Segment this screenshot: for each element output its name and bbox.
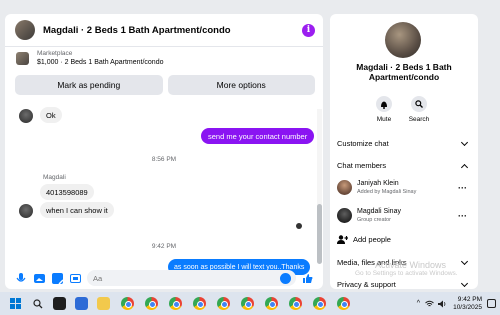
more-options-button[interactable]: More options: [167, 75, 315, 95]
chrome-icon[interactable]: [169, 297, 182, 310]
task-view-icon[interactable]: [53, 297, 66, 310]
search-label: Search: [408, 116, 430, 123]
mute-label: Mute: [376, 116, 392, 123]
start-icon[interactable]: [9, 297, 22, 310]
message-list: Ok send me your contact number 8:56 PM M…: [5, 100, 323, 275]
sticker-icon[interactable]: [51, 272, 63, 284]
chevron-down-icon: [460, 138, 469, 146]
microphone-icon[interactable]: [15, 272, 27, 284]
more-options-icon[interactable]: ···: [458, 183, 467, 193]
add-person-icon: [337, 235, 348, 244]
scrollbar[interactable]: [317, 109, 322, 264]
chrome-icon[interactable]: [121, 297, 134, 310]
chrome-icon[interactable]: [193, 297, 206, 310]
photo-icon[interactable]: [33, 272, 45, 284]
taskbar: ^ 9:42 PM 10/3/2025: [0, 292, 500, 315]
member-avatar: [337, 180, 352, 195]
add-people-label: Add people: [353, 235, 391, 244]
mute-button[interactable]: Mute: [364, 96, 404, 123]
timestamp: 8:56 PM: [151, 156, 177, 163]
gif-icon[interactable]: [69, 272, 81, 284]
timestamp: 9:42 PM: [151, 243, 177, 250]
customize-chat-label: Customize chat: [337, 139, 389, 148]
chrome-icon[interactable]: [217, 297, 230, 310]
scrollbar-thumb[interactable]: [317, 204, 322, 264]
privacy-support-row[interactable]: Privacy & support: [337, 279, 469, 289]
volume-icon[interactable]: [438, 300, 447, 308]
member-subtitle: Added by Magdali Sinay: [357, 189, 417, 195]
search-button[interactable]: Search: [399, 96, 439, 123]
privacy-support-label: Privacy & support: [337, 280, 396, 289]
sender-name: Magdali: [43, 174, 66, 181]
thumbs-up-icon[interactable]: [301, 272, 313, 284]
chrome-icon[interactable]: [241, 297, 254, 310]
search-icon: [411, 96, 427, 112]
customize-chat-row[interactable]: Customize chat: [337, 138, 469, 148]
message-incoming[interactable]: Ok: [40, 107, 62, 123]
composer: [5, 267, 323, 289]
chat-thumbnail[interactable]: [15, 20, 35, 40]
widgets-icon[interactable]: [75, 297, 88, 310]
chat-header: Magdali · 2 Beds 1 Bath Apartment/condo …: [5, 14, 323, 47]
chevron-up-icon[interactable]: ^: [417, 300, 420, 307]
activation-watermark-text: Go to Settings to activate Windows.: [355, 270, 458, 277]
chat-title[interactable]: Magdali · 2 Beds 1 Bath Apartment/condo: [43, 25, 302, 36]
listing-actions: Mark as pending More options: [5, 69, 323, 95]
listing-thumbnail: [16, 51, 29, 65]
member-avatar: [337, 208, 352, 223]
listing-description: $1,000 · 2 Beds 1 Bath Apartment/condo: [37, 59, 164, 66]
bell-icon: [376, 96, 392, 112]
message-incoming[interactable]: 4013598089: [40, 184, 94, 200]
message-outgoing[interactable]: send me your contact number: [201, 128, 315, 144]
chrome-icon[interactable]: [265, 297, 278, 310]
chevron-up-icon: [460, 163, 469, 171]
search-icon[interactable]: [31, 297, 44, 310]
notification-icon[interactable]: [487, 299, 496, 308]
chevron-down-icon: [460, 279, 469, 287]
conversation-title: Magdali · 2 Beds 1 Bath Apartment/condo: [356, 62, 452, 82]
chrome-icon[interactable]: [289, 297, 302, 310]
chat-window: Magdali · 2 Beds 1 Bath Apartment/condo …: [5, 14, 323, 289]
seen-indicator-icon: [296, 223, 302, 229]
chevron-down-icon: [460, 257, 469, 265]
clock-date: 10/3/2025: [453, 303, 482, 311]
file-explorer-icon[interactable]: [97, 297, 110, 310]
add-people-button[interactable]: Add people: [337, 235, 391, 244]
member-item[interactable]: Janiyah Klein Added by Magdali Sinay ···: [337, 178, 467, 198]
member-item[interactable]: Magdali Sinay Group creator ···: [337, 206, 467, 226]
emoji-icon[interactable]: [280, 272, 291, 284]
mark-as-pending-button[interactable]: Mark as pending: [15, 75, 163, 95]
wifi-icon[interactable]: [425, 300, 434, 308]
listing-source: Marketplace: [37, 50, 73, 57]
conversation-details-panel: Magdali · 2 Beds 1 Bath Apartment/condo …: [330, 14, 478, 289]
info-icon[interactable]: i: [302, 23, 315, 37]
message-incoming[interactable]: when I can show it: [40, 202, 114, 218]
group-photo[interactable]: [385, 22, 421, 58]
chat-members-label: Chat members: [337, 161, 387, 170]
clock[interactable]: 9:42 PM 10/3/2025: [453, 296, 482, 312]
listing-bar[interactable]: Marketplace $1,000 · 2 Beds 1 Bath Apart…: [5, 47, 323, 69]
member-name: Magdali Sinay: [357, 208, 401, 215]
more-options-icon[interactable]: ···: [458, 211, 467, 221]
activation-watermark-title: Activate Windows: [375, 260, 447, 270]
chrome-icon[interactable]: [337, 297, 350, 310]
chrome-icon[interactable]: [313, 297, 326, 310]
chat-members-row[interactable]: Chat members: [337, 161, 469, 171]
member-subtitle: Group creator: [357, 217, 391, 223]
sender-avatar: [19, 109, 33, 123]
chrome-icon[interactable]: [145, 297, 158, 310]
clock-time: 9:42 PM: [457, 295, 482, 303]
message-input[interactable]: [87, 270, 296, 286]
member-name: Janiyah Klein: [357, 180, 399, 187]
sender-avatar: [19, 204, 33, 218]
system-tray: ^ 9:42 PM 10/3/2025: [417, 292, 496, 315]
